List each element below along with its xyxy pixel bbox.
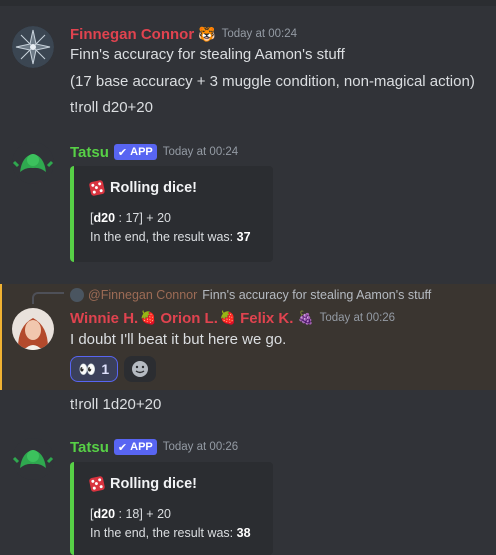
roll-die: d20 <box>93 507 116 521</box>
reaction-eyes[interactable]: 👀 1 <box>70 356 118 382</box>
message-header: Winnie H. 🍓 Orion L. 🍓 Felix K. 🍇 Today … <box>70 308 395 328</box>
reaction-count: 1 <box>101 361 110 377</box>
timestamp: Today at 00:26 <box>162 441 239 453</box>
timestamp: Today at 00:26 <box>319 312 396 324</box>
message-line: Finn's accuracy for stealing Aamon's stu… <box>70 46 345 63</box>
dice-icon <box>88 179 106 197</box>
reply-reference[interactable]: @Finnegan Connor Finn's accuracy for ste… <box>70 287 431 303</box>
eyes-emoji-icon: 👀 <box>78 360 97 377</box>
message-line: I doubt I'll beat it but here we go. <box>70 331 287 348</box>
result-prefix: In the end, the result was: <box>90 526 237 540</box>
tatsu-dragon-icon <box>12 142 54 184</box>
app-badge-label: APP <box>130 441 153 453</box>
avatar-winnie[interactable] <box>12 308 54 350</box>
add-reaction-button[interactable] <box>124 356 156 382</box>
co-name-orion[interactable]: Orion L. <box>160 310 218 327</box>
roll-rest: : 17] + 20 <box>115 211 171 225</box>
top-separator <box>0 0 496 6</box>
message-header: Tatsu ✔ APP Today at 00:24 <box>70 142 238 162</box>
roll-result: In the end, the result was: 37 <box>90 230 251 244</box>
username[interactable]: Winnie H. <box>70 310 138 327</box>
message-line: t!roll d20+20 <box>70 99 153 116</box>
add-reaction-icon <box>132 361 148 377</box>
timestamp: Today at 00:24 <box>221 28 298 40</box>
app-badge-label: APP <box>130 146 153 158</box>
message-header: Finnegan Connor 🐯 Today at 00:24 <box>70 24 297 44</box>
message-header: Tatsu ✔ APP Today at 00:26 <box>70 437 238 457</box>
embed-title: Rolling dice! <box>88 179 197 197</box>
roll-rest: : 18] + 20 <box>115 507 171 521</box>
roll-result: In the end, the result was: 38 <box>90 526 251 540</box>
message-line: (17 base accuracy + 3 muggle condition, … <box>70 73 475 90</box>
app-badge: ✔ APP <box>113 144 157 160</box>
username[interactable]: Finnegan Connor <box>70 26 194 43</box>
result-value: 37 <box>236 230 251 244</box>
result-value: 38 <box>236 526 251 540</box>
app-badge: ✔ APP <box>113 439 157 455</box>
roll-breakdown: [d20 : 17] + 20 <box>90 211 171 225</box>
co-name-felix[interactable]: Felix K. <box>240 310 293 327</box>
star-avatar-icon <box>12 26 54 68</box>
checkmark-icon: ✔ <box>117 146 128 159</box>
reply-preview[interactable]: Finn's accuracy for stealing Aamon's stu… <box>202 288 431 302</box>
roll-breakdown: [d20 : 18] + 20 <box>90 507 171 521</box>
message-line: t!roll 1d20+20 <box>70 396 162 413</box>
avatar-finnegan[interactable] <box>12 26 54 68</box>
embed-title-text: Rolling dice! <box>110 476 197 492</box>
tiger-badge-icon: 🐯 <box>198 25 216 42</box>
strawberry-icon: 🍓 <box>140 310 157 325</box>
avatar-tatsu[interactable] <box>12 438 54 480</box>
portrait-avatar-icon <box>12 308 54 350</box>
dice-embed: Rolling dice! [d20 : 17] + 20 In the end… <box>70 166 273 262</box>
roll-die: d20 <box>93 211 116 225</box>
dice-icon <box>88 475 106 493</box>
strawberry-icon: 🍓 <box>219 310 237 325</box>
reply-author[interactable]: @Finnegan Connor <box>88 288 197 302</box>
avatar-tatsu[interactable] <box>12 142 54 184</box>
checkmark-icon: ✔ <box>117 441 128 454</box>
username[interactable]: Tatsu <box>70 144 109 161</box>
embed-title: Rolling dice! <box>88 475 197 493</box>
dice-embed: Rolling dice! [d20 : 18] + 20 In the end… <box>70 462 273 555</box>
reply-spine <box>32 292 64 304</box>
result-prefix: In the end, the result was: <box>90 230 237 244</box>
grape-icon: 🍇 <box>297 310 314 325</box>
tatsu-dragon-icon <box>12 438 54 480</box>
reply-avatar <box>70 288 84 302</box>
embed-title-text: Rolling dice! <box>110 180 197 196</box>
timestamp: Today at 00:24 <box>162 146 239 158</box>
username[interactable]: Tatsu <box>70 439 109 456</box>
